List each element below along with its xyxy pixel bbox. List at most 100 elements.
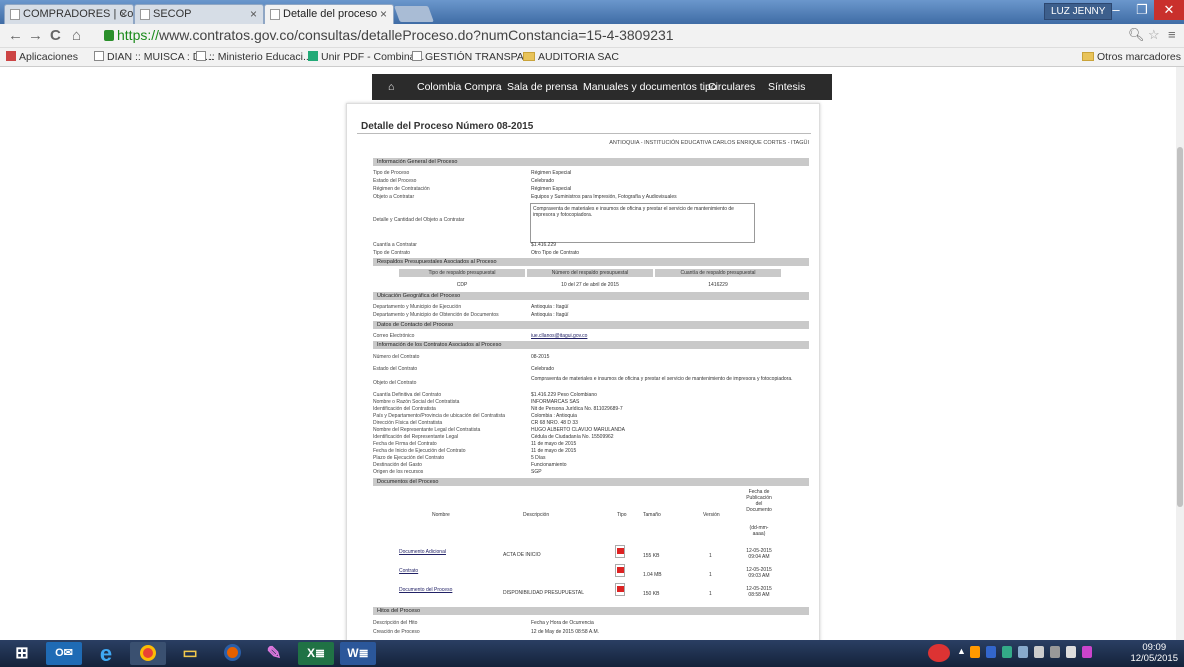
outlook-icon[interactable]: O✉ [46, 642, 82, 665]
table-cell: 1 [709, 572, 712, 578]
section-budget: Respaldos Presupuestales Asociados al Pr… [373, 258, 809, 266]
new-tab-button[interactable] [394, 6, 434, 22]
table-header: Versión [703, 512, 720, 518]
network-icon[interactable] [1034, 646, 1044, 658]
field-label: Departamento y Municipio de Ejecución [373, 304, 462, 310]
table-cell: 1416229 [708, 282, 728, 288]
close-icon[interactable]: × [250, 7, 257, 21]
back-icon[interactable]: ← [8, 27, 23, 44]
vertical-scrollbar[interactable] [1176, 67, 1184, 640]
tray-app-icon[interactable] [986, 646, 996, 658]
field-label: Régimen de Contratación [373, 186, 430, 192]
star-icon[interactable]: ☆ [1148, 27, 1160, 43]
field-label: Estado del Proceso [373, 178, 417, 184]
site-navigation: ⌂ Colombia Compra Sala de prensa Manuale… [372, 74, 832, 100]
bookmark-unir-pdf[interactable]: Unir PDF - Combina... [308, 51, 424, 63]
entity-name: ANTIOQUIA - INSTITUCIÓN EDUCATIVA CARLOS… [609, 140, 809, 146]
close-icon[interactable]: × [380, 7, 387, 21]
field-value: Colombia : Antioquia [531, 413, 577, 419]
bookmark-mineducacion[interactable]: :: Ministerio Educaci... [196, 51, 312, 63]
address-bar[interactable]: https://www.contratos.gov.co/consultas/d… [104, 27, 674, 43]
nav-colombia-compra[interactable]: Colombia Compra [417, 81, 502, 93]
page-icon [140, 9, 150, 20]
notification-app-icon[interactable] [928, 644, 950, 662]
zoom-icon[interactable]: 🔍︎ [1128, 27, 1145, 43]
section-location: Ubicación Geográfica del Proceso [373, 292, 809, 300]
home-icon[interactable]: ⌂ [388, 81, 394, 93]
close-icon[interactable]: × [120, 7, 127, 21]
field-value: $1.416.229 Peso Colombiano [531, 392, 597, 398]
field-label: Objeto del Contrato [373, 380, 417, 386]
page-content: ⌂ Colombia Compra Sala de prensa Manuale… [0, 67, 1176, 640]
table-cell: ACTA DE INICIO [503, 552, 541, 558]
document-link[interactable]: Documento del Proceso [399, 587, 452, 593]
bookmark-other[interactable]: Otros marcadores [1082, 51, 1181, 63]
firefox-icon[interactable] [214, 642, 250, 665]
nav-sala-prensa[interactable]: Sala de prensa [507, 81, 578, 93]
field-value: HUGO ALBERTO CLAVIJO MARULANDA [531, 427, 625, 433]
field-value: $1.416.229 [531, 242, 557, 248]
field-value: Nit de Persona Jurídica No. 811029689-7 [531, 406, 623, 412]
minimize-icon[interactable]: – [1102, 0, 1130, 20]
restore-icon[interactable]: ❐ [1128, 0, 1156, 20]
tab-detalle[interactable]: Detalle del proceso × [264, 4, 394, 24]
tray-app-icon[interactable] [1002, 646, 1012, 658]
tab-secop[interactable]: SECOP × [134, 4, 264, 24]
document-link[interactable]: Contrato [399, 568, 418, 574]
table-cell: 12-05-2015 09:04 AM [746, 548, 772, 560]
excel-icon[interactable]: X≣ [298, 642, 334, 665]
file-explorer-icon[interactable]: ▭ [172, 642, 208, 665]
table-header: Tipo [617, 512, 627, 518]
pdf-icon[interactable] [615, 583, 625, 596]
bookmark-apps[interactable]: Aplicaciones [6, 51, 78, 63]
field-value: 11 de mayo de 2015 [531, 441, 577, 447]
pdf-icon[interactable] [615, 564, 625, 577]
reload-icon[interactable]: C [50, 27, 61, 44]
field-label: Número del Contrato [373, 354, 420, 360]
home-icon[interactable]: ⌂ [72, 27, 81, 44]
page-icon [94, 51, 104, 61]
tray-expand-icon[interactable]: ▲ [957, 646, 967, 658]
close-window-icon[interactable]: ✕ [1154, 0, 1184, 20]
tray-app-icon[interactable] [970, 646, 980, 658]
lock-icon [104, 30, 114, 41]
table-header: Tamaño [643, 512, 661, 518]
pdf-icon[interactable] [615, 545, 625, 558]
email-link[interactable]: iue.cllanos@itagui.gov.co [531, 333, 587, 339]
forward-icon[interactable]: → [28, 27, 43, 44]
detail-textarea[interactable]: Compraventa de materiales e insumos de o… [530, 203, 755, 243]
system-clock[interactable]: 09:09 12/05/2015 [1130, 642, 1178, 664]
menu-icon[interactable]: ≡ [1168, 27, 1176, 42]
volume-icon[interactable] [1066, 646, 1076, 658]
chrome-icon[interactable] [130, 642, 166, 665]
flag-icon[interactable] [1050, 646, 1060, 658]
field-label: Identificación del Representante Legal [373, 434, 459, 440]
nav-sintesis[interactable]: Síntesis [768, 81, 805, 93]
nav-circulares[interactable]: Circulares [708, 81, 755, 93]
tab-compradores[interactable]: COMPRADORES | Colomb × [4, 4, 134, 24]
field-label: Correo Electrónico [373, 333, 415, 339]
field-value: CR 68 NRO. 48 D 33 [531, 420, 578, 426]
bookmark-gestion[interactable]: GESTIÓN TRANSPA... [412, 51, 533, 63]
bookmark-auditoria[interactable]: AUDITORIA SAC [523, 51, 619, 63]
field-label: Creación de Proceso [373, 629, 420, 635]
field-label: Identificación del Contratista [373, 406, 436, 412]
field-value: 12 de May de 2015 08:58 A.M. [531, 629, 600, 635]
tray-app-icon[interactable] [1082, 646, 1092, 658]
nav-manuales[interactable]: Manuales y documentos tipo [583, 81, 717, 93]
paint-icon[interactable]: ✎ [256, 642, 292, 665]
field-label: Tipo de Contrato [373, 250, 411, 256]
field-value: Régimen Especial [531, 170, 572, 176]
browser-tab-bar: COMPRADORES | Colomb × SECOP × Detalle d… [0, 0, 1184, 24]
table-cell: 1 [709, 591, 712, 597]
document-link[interactable]: Documento Adicional [399, 549, 446, 555]
word-icon[interactable]: W≣ [340, 642, 376, 665]
table-cell: 10 del 27 de abril de 2015 [561, 282, 619, 288]
tab-label: SECOP [153, 8, 192, 20]
scrollbar-thumb[interactable] [1177, 147, 1183, 507]
tray-app-icon[interactable] [1018, 646, 1028, 658]
windows-start-icon[interactable]: ⊞ [4, 642, 40, 665]
field-label: Cuantía a Contratar [373, 242, 417, 248]
table-header: Descripción [523, 512, 550, 518]
internet-explorer-icon[interactable]: e [88, 642, 124, 665]
